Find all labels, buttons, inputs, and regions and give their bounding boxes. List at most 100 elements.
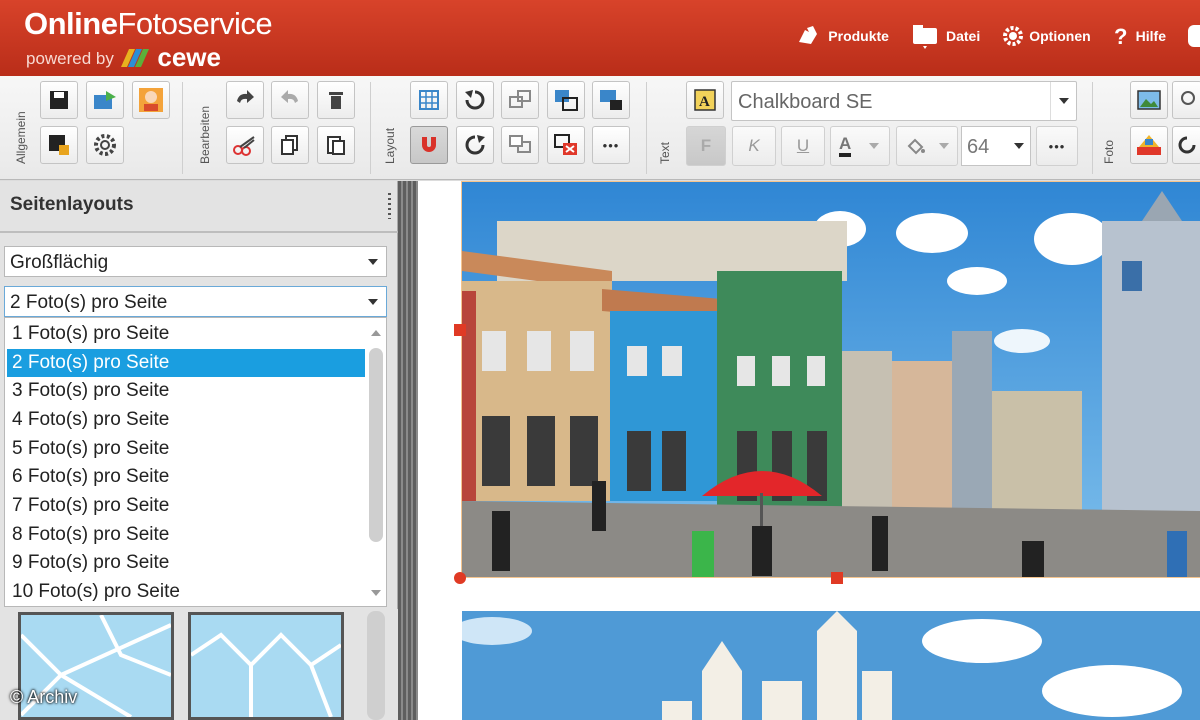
cewe-logo-icon [120, 49, 149, 67]
photos-per-page-select[interactable]: 2 Foto(s) pro Seite [4, 286, 387, 317]
magnet-button[interactable] [410, 126, 448, 164]
folder-icon [912, 25, 937, 49]
nav-datei[interactable]: Datei [911, 22, 980, 50]
copy-icon [281, 135, 298, 155]
option-3-photos[interactable]: 3 Foto(s) pro Seite [7, 377, 365, 405]
option-1-photo[interactable]: 1 Foto(s) pro Seite [7, 320, 365, 348]
panel-divider [0, 231, 398, 233]
hand-icon [799, 26, 818, 44]
group-label-text: Text [658, 141, 672, 164]
photobook-canvas[interactable] [418, 181, 1200, 720]
grid-icon [419, 90, 439, 110]
text-color-button[interactable]: A [830, 126, 890, 166]
add-text-button[interactable]: A [686, 81, 724, 119]
paint-bucket-icon [907, 138, 925, 155]
option-2-photos[interactable]: 2 Foto(s) pro Seite [7, 349, 365, 377]
redo-button[interactable] [271, 81, 309, 119]
layout-thumbnail[interactable] [188, 612, 344, 720]
group-label-allgemein: Allgemein [14, 111, 28, 164]
nav-hilfe[interactable]: ? Hilfe [1113, 24, 1166, 48]
photo-rotate-button[interactable] [1172, 126, 1200, 164]
rotate-left-button[interactable] [456, 81, 494, 119]
photo-frame-church[interactable] [462, 611, 1200, 720]
scroll-up-icon[interactable] [371, 330, 381, 336]
listbox-scrollbar[interactable] [368, 322, 384, 604]
option-4-photos[interactable]: 4 Foto(s) pro Seite [7, 406, 365, 434]
chevron-down-icon [1014, 143, 1024, 149]
rotate-right-button[interactable] [456, 126, 494, 164]
option-9-photos[interactable]: 9 Foto(s) pro Seite [7, 549, 365, 577]
copy-button[interactable] [271, 126, 309, 164]
option-10-photos[interactable]: 10 Foto(s) pro Seite [7, 578, 365, 606]
cut-button[interactable] [226, 126, 264, 164]
option-8-photos[interactable]: 8 Foto(s) pro Seite [7, 521, 365, 549]
nav-more-icon[interactable] [1188, 25, 1200, 47]
remove-frame-button[interactable] [547, 126, 585, 164]
resize-handle-corner[interactable] [454, 572, 466, 584]
assistant-button[interactable] [132, 81, 170, 119]
more-icon: ••• [602, 137, 620, 153]
nav-produkte[interactable]: Produkte [795, 22, 889, 50]
option-7-photos[interactable]: 7 Foto(s) pro Seite [7, 492, 365, 520]
save-as-button[interactable] [40, 126, 78, 164]
undo-icon [237, 90, 254, 103]
gear-icon [94, 134, 116, 156]
resize-handle-left[interactable] [454, 324, 466, 336]
layout-style-select[interactable]: Großflächig [4, 246, 387, 277]
brand-logo: OnlineFotoservice [24, 6, 273, 42]
layout-preview-icon [191, 615, 341, 717]
brand-subtitle: powered by cewe [26, 42, 221, 72]
svg-text:?: ? [1114, 24, 1127, 48]
export-button[interactable] [86, 81, 124, 119]
grid-button[interactable] [410, 81, 448, 119]
brand-title: OnlineFotoservice [24, 6, 273, 41]
settings-button[interactable] [86, 126, 124, 164]
fill-color-button[interactable] [896, 126, 958, 166]
trash-icon [329, 92, 343, 109]
bold-button[interactable]: F [686, 126, 726, 166]
layout-save-icon [600, 90, 622, 110]
layers-front-icon [509, 135, 531, 153]
photos-per-page-listbox[interactable]: 1 Foto(s) pro Seite 2 Foto(s) pro Seite … [4, 317, 387, 607]
question-icon: ? [1114, 24, 1127, 48]
layers-back-icon [509, 90, 531, 108]
paste-button[interactable] [317, 126, 355, 164]
arrange-front-button[interactable] [501, 126, 539, 164]
photo-frame-pelourinho[interactable] [462, 181, 1200, 577]
listbox-scroll-thumb[interactable] [369, 348, 383, 542]
add-photo-button[interactable] [1130, 81, 1168, 119]
color-correction-button[interactable] [1130, 126, 1168, 164]
group-label-layout: Layout [383, 127, 397, 164]
italic-button[interactable]: K [732, 126, 776, 166]
layout-more-button[interactable]: ••• [592, 126, 630, 164]
panel-menu-grip-icon[interactable] [388, 193, 391, 219]
panel-title: Seitenlayouts [10, 194, 134, 215]
magnifier-icon [1181, 91, 1195, 105]
floppy-save-as-icon [49, 135, 69, 155]
church-image [462, 611, 1200, 720]
panel-scrollbar[interactable] [367, 611, 385, 720]
nav-optionen[interactable]: Optionen [1002, 25, 1091, 47]
photo-tool-button[interactable] [1172, 81, 1200, 119]
svg-text:A: A [699, 94, 710, 110]
save-button[interactable] [40, 81, 78, 119]
delete-button[interactable] [317, 81, 355, 119]
underline-button[interactable]: U [781, 126, 825, 166]
option-6-photos[interactable]: 6 Foto(s) pro Seite [7, 463, 365, 491]
panel-splitter[interactable] [398, 181, 418, 720]
text-more-button[interactable]: ••• [1036, 126, 1078, 166]
fit-frame-button[interactable] [547, 81, 585, 119]
text-color-icon: A [839, 135, 852, 157]
font-family-select[interactable]: Chalkboard SE [731, 81, 1077, 121]
resize-handle-bottom[interactable] [831, 572, 843, 584]
assistant-icon [139, 88, 163, 112]
save-layout-button[interactable] [592, 81, 630, 119]
font-dropdown-toggle[interactable] [1050, 82, 1076, 120]
arrange-back-button[interactable] [501, 81, 539, 119]
undo-button[interactable] [226, 81, 264, 119]
rotate-icon [1178, 136, 1196, 154]
option-5-photos[interactable]: 5 Foto(s) pro Seite [7, 435, 365, 463]
scroll-down-icon[interactable] [371, 590, 381, 596]
gear-icon [1003, 26, 1024, 46]
font-size-select[interactable]: 64 [961, 126, 1031, 166]
